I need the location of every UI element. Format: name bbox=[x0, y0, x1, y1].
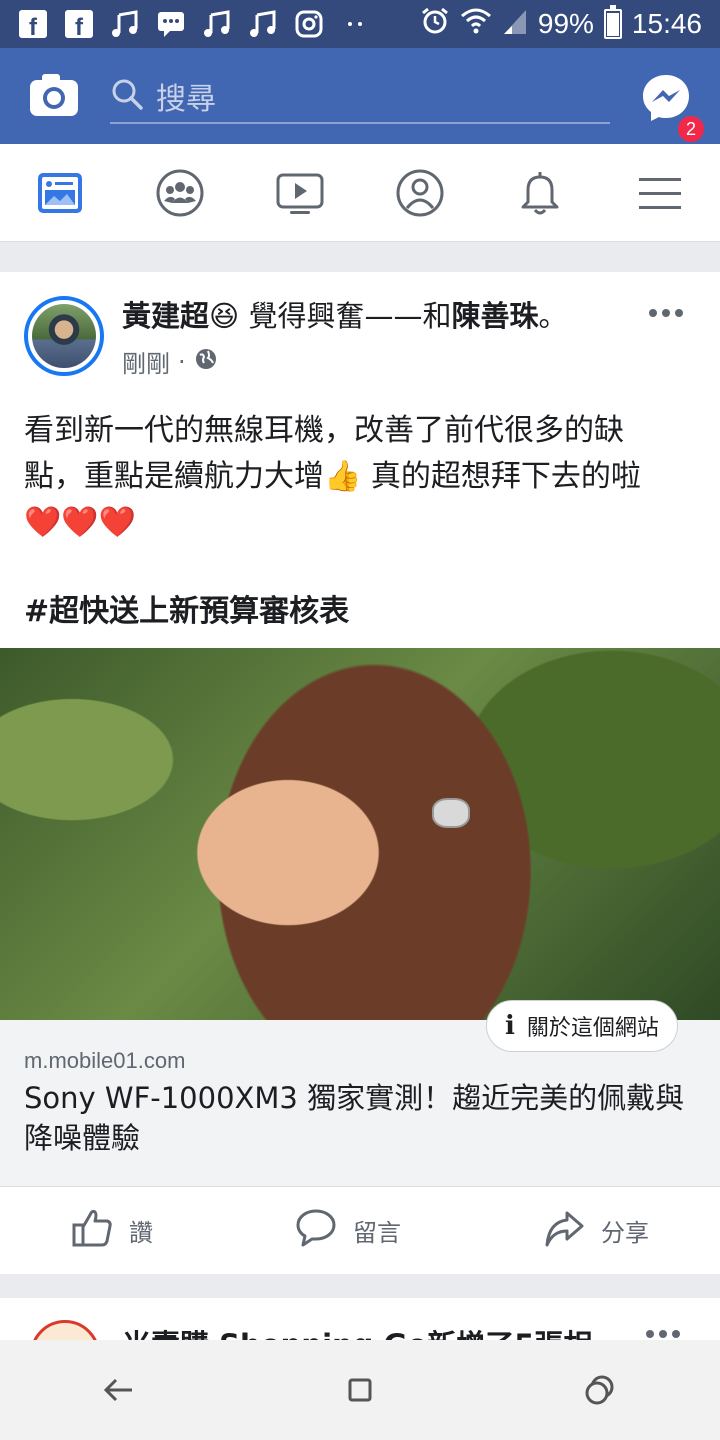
svg-text:f: f bbox=[75, 14, 84, 38]
info-icon: i bbox=[505, 1011, 515, 1041]
post-time[interactable]: 剛剛 bbox=[122, 344, 170, 379]
tagged-name[interactable]: 陳善珠 bbox=[451, 299, 538, 333]
music-icon bbox=[248, 9, 278, 39]
thumbs-up-icon bbox=[71, 1207, 113, 1255]
header-end: 。 bbox=[538, 299, 568, 333]
instagram-icon bbox=[294, 9, 324, 39]
about-site-label: 關於這個網站 bbox=[526, 1016, 659, 1041]
post-text-line: 看到新一代的無線耳機，改善了前代很多的缺 bbox=[24, 413, 624, 448]
battery-icon bbox=[603, 5, 622, 39]
like-button[interactable]: 讚 bbox=[71, 1207, 153, 1255]
comment-icon bbox=[295, 1207, 337, 1255]
share-label: 分享 bbox=[601, 1219, 649, 1247]
post-actions: 讚 留言 分享 bbox=[0, 1186, 720, 1274]
post-text-line: 點，重點是續航力大增👍 真的超想拜下去的啦 bbox=[24, 454, 696, 500]
avatar[interactable] bbox=[30, 1320, 100, 1340]
battery-percent: 99% bbox=[537, 8, 594, 39]
link-preview-image[interactable] bbox=[0, 648, 720, 1020]
link-domain: m.mobile01.com bbox=[24, 1048, 186, 1073]
post-card: 黃建超😆 覺得興奮——和陳善珠。 剛剛 · 看到新一代的無線耳機，改善了前代很多… bbox=[0, 272, 720, 1274]
avatar[interactable] bbox=[24, 296, 104, 376]
status-bar: f f 99% 15:46 bbox=[0, 0, 720, 48]
signal-icon bbox=[502, 6, 528, 43]
more-icon bbox=[340, 9, 370, 39]
groups-icon[interactable] bbox=[140, 153, 220, 233]
meta-separator: · bbox=[178, 347, 186, 376]
facebook-icon: f bbox=[64, 9, 94, 39]
app-header: 搜尋 2 bbox=[0, 48, 720, 144]
profile-icon[interactable] bbox=[380, 153, 460, 233]
comment-button[interactable]: 留言 bbox=[295, 1207, 401, 1255]
search-input[interactable]: 搜尋 bbox=[156, 74, 216, 118]
feeling-text: 覺得興奮——和 bbox=[239, 299, 452, 333]
search-icon bbox=[110, 77, 144, 115]
feeling-emoji: 😆 bbox=[209, 299, 240, 333]
link-title: Sony WF-1000XM3 獨家實測！趨近完美的佩戴與降噪體驗 bbox=[24, 1081, 685, 1155]
more-options-button[interactable] bbox=[646, 1330, 680, 1338]
author-name[interactable]: 黃建超 bbox=[122, 299, 209, 333]
recents-icon[interactable] bbox=[570, 1360, 630, 1420]
nav-tabs bbox=[0, 144, 720, 242]
wifi-icon bbox=[460, 6, 492, 43]
share-button[interactable]: 分享 bbox=[543, 1207, 649, 1255]
alarm-icon bbox=[420, 6, 450, 43]
notifications-icon[interactable] bbox=[500, 153, 580, 233]
share-icon bbox=[543, 1207, 585, 1255]
menu-icon[interactable] bbox=[620, 153, 700, 233]
comment-label: 留言 bbox=[353, 1219, 401, 1247]
post-text-segment: 真的超想拜下去的啦 bbox=[361, 459, 641, 494]
earbud-graphic bbox=[432, 798, 470, 828]
like-label: 讚 bbox=[129, 1219, 153, 1247]
system-nav-bar bbox=[0, 1340, 720, 1440]
back-icon[interactable] bbox=[90, 1360, 150, 1420]
hearts-emoji: ❤️❤️❤️ bbox=[24, 505, 137, 540]
clock: 15:46 bbox=[631, 8, 702, 39]
thumbs-up-emoji: 👍 bbox=[324, 459, 362, 494]
home-icon[interactable] bbox=[330, 1360, 390, 1420]
svg-text:f: f bbox=[29, 14, 38, 38]
next-post-card: 米壽購 Shopping Go新增了5張相 bbox=[0, 1298, 720, 1340]
post-text: 看到新一代的無線耳機，改善了前代很多的缺 點，重點是續航力大增👍 真的超想拜下去… bbox=[24, 408, 696, 546]
post-meta: 剛剛 · bbox=[122, 344, 218, 379]
camera-icon[interactable] bbox=[28, 72, 80, 118]
post-text-segment: 點，重點是續航力大增 bbox=[24, 459, 324, 494]
post-header: 黃建超😆 覺得興奮——和陳善珠。 bbox=[122, 296, 642, 336]
music-icon bbox=[202, 9, 232, 39]
globe-icon bbox=[194, 347, 218, 377]
news-feed-icon[interactable] bbox=[20, 153, 100, 233]
next-post-header[interactable]: 米壽購 Shopping Go新增了5張相 bbox=[122, 1322, 592, 1340]
search-bar[interactable]: 搜尋 bbox=[110, 70, 610, 124]
hashtag-link[interactable]: #超快送上新預算審核表 bbox=[24, 586, 349, 630]
chat-icon bbox=[156, 9, 186, 39]
messenger-badge: 2 bbox=[676, 114, 706, 144]
about-site-button[interactable]: i 關於這個網站 bbox=[486, 1000, 678, 1052]
more-options-button[interactable] bbox=[646, 298, 686, 328]
facebook-icon: f bbox=[18, 9, 48, 39]
watch-icon[interactable] bbox=[260, 153, 340, 233]
music-icon bbox=[110, 9, 140, 39]
